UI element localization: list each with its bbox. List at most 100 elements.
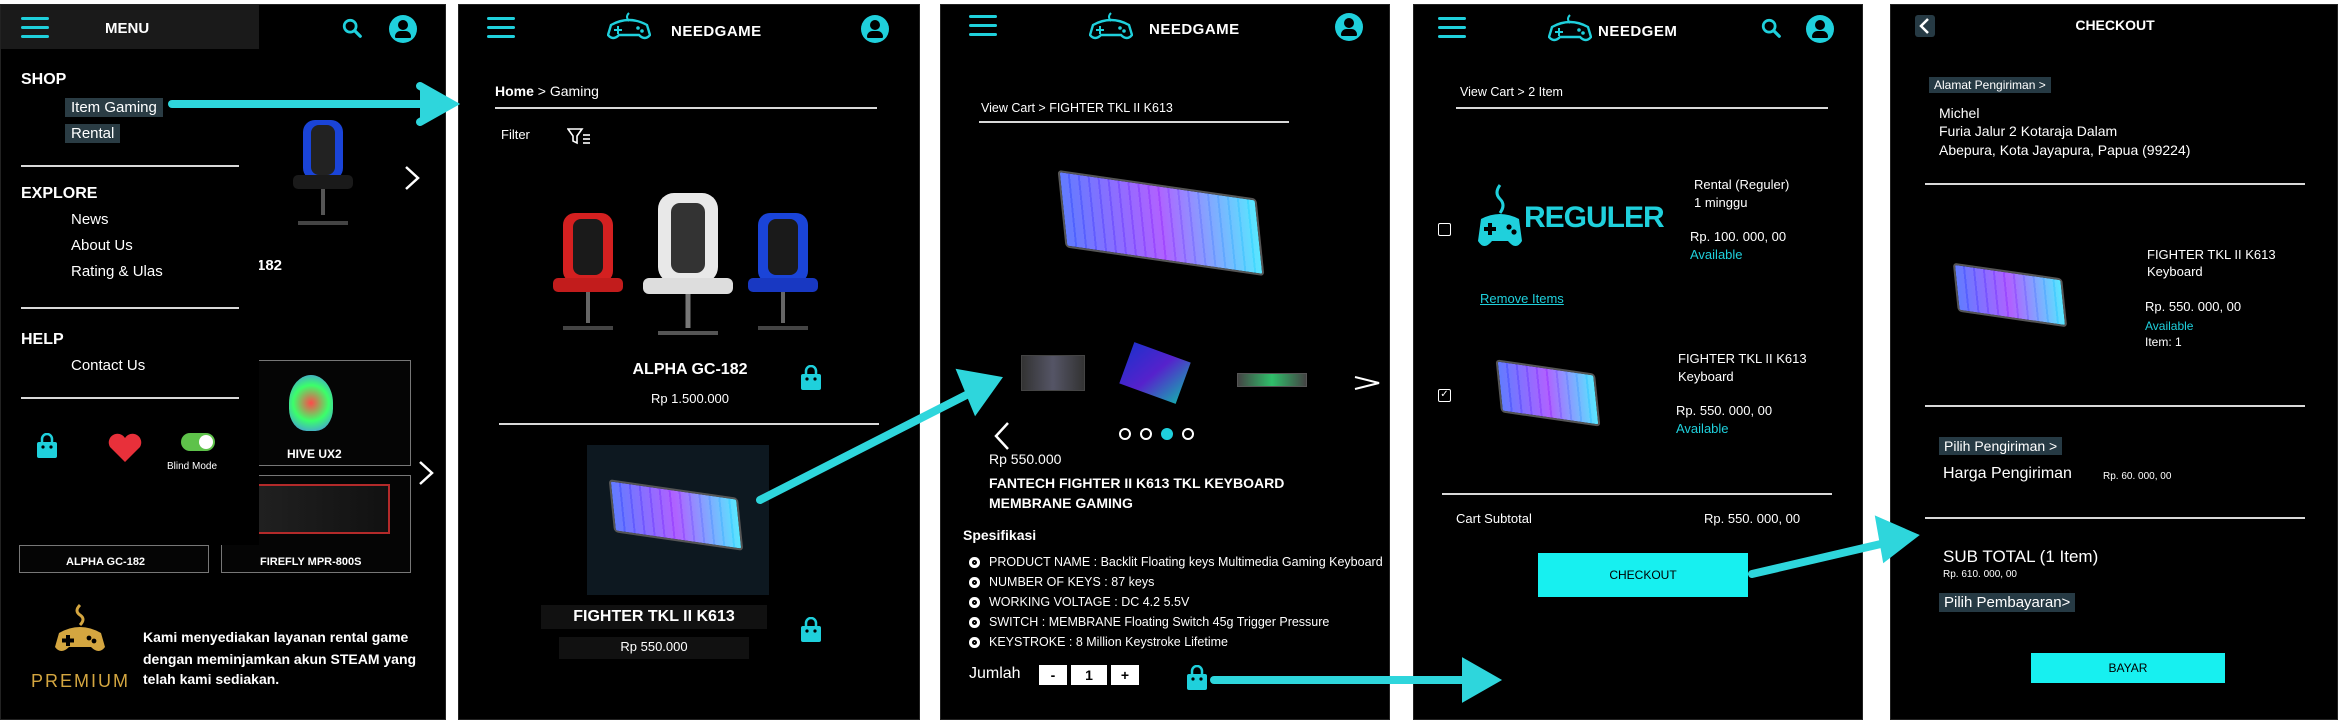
divider bbox=[499, 423, 879, 425]
choose-shipping-link[interactable]: Pilih Pengiriman > bbox=[1939, 437, 2063, 455]
shopping-bag-icon[interactable] bbox=[1185, 665, 1209, 691]
heart-icon[interactable] bbox=[107, 433, 143, 463]
menu-icon[interactable] bbox=[969, 15, 997, 37]
brand-name: NEEDGEM bbox=[1598, 23, 1678, 40]
product-name: ALPHA GC-182 bbox=[66, 556, 146, 568]
shopping-bag-icon[interactable] bbox=[35, 433, 59, 459]
thumbnail-image[interactable] bbox=[1119, 342, 1191, 404]
background-product-card[interactable]: HIVE UX2 bbox=[259, 360, 411, 466]
search-icon[interactable] bbox=[341, 17, 363, 39]
breadcrumb-home[interactable]: Home bbox=[495, 83, 534, 99]
breadcrumb-current: Gaming bbox=[549, 83, 599, 99]
menu-icon[interactable] bbox=[21, 17, 49, 39]
background-product-name: 182 bbox=[257, 257, 283, 274]
item-status: Available bbox=[1690, 247, 1743, 262]
item-status: Available bbox=[2145, 319, 2194, 333]
cart-screen: NEEDGEM View Cart > 2 Item REGULER Renta… bbox=[1413, 4, 1863, 720]
search-icon[interactable] bbox=[1760, 17, 1782, 39]
chevron-right-icon[interactable] bbox=[403, 165, 421, 191]
menu-item-contact-us[interactable]: Contact Us bbox=[71, 357, 145, 374]
item-name: FIGHTER TKL II K613 bbox=[2147, 247, 2276, 262]
spec-item: PRODUCT NAME : Backlit Floating keys Mul… bbox=[969, 555, 1383, 569]
user-icon[interactable] bbox=[1335, 13, 1363, 41]
top-bar: CHECKOUT bbox=[1891, 5, 2337, 45]
chevron-left-icon[interactable] bbox=[993, 421, 1011, 451]
pay-button[interactable]: BAYAR bbox=[2031, 653, 2225, 683]
thumbnail-image[interactable] bbox=[1237, 373, 1307, 387]
divider bbox=[979, 121, 1289, 123]
shipping-price: Rp. 60. 000, 00 bbox=[2103, 471, 2172, 482]
explore-section-title: EXPLORE bbox=[21, 185, 98, 202]
item-price: Rp. 100. 000, 00 bbox=[1690, 229, 1787, 244]
brand-name: NEEDGAME bbox=[671, 23, 762, 40]
product-name[interactable]: ALPHA GC-182 bbox=[459, 361, 919, 379]
checkout-button[interactable]: CHECKOUT bbox=[1538, 553, 1748, 597]
quantity-plus-button[interactable]: + bbox=[1111, 665, 1139, 685]
menu-item-about-us[interactable]: About Us bbox=[71, 237, 133, 254]
menu-item-rental[interactable]: Rental bbox=[65, 124, 121, 143]
breadcrumb[interactable]: View Cart > FIGHTER TKL II K613 bbox=[981, 101, 1173, 115]
choose-payment-link[interactable]: Pilih Pembayaran> bbox=[1939, 593, 2076, 612]
shopping-bag-icon[interactable] bbox=[799, 365, 823, 391]
menu-icon[interactable] bbox=[1438, 17, 1466, 39]
back-icon[interactable] bbox=[1915, 15, 1935, 37]
product-title-line1: FANTECH FIGHTER II K613 TKL KEYBOARD bbox=[989, 475, 1285, 491]
blind-mode-toggle[interactable] bbox=[181, 433, 215, 451]
item-subtitle: Keyboard bbox=[2147, 264, 2203, 279]
drawer-header: MENU bbox=[1, 5, 259, 49]
product-name: FIREFLY MPR-800S bbox=[260, 556, 362, 568]
breadcrumb[interactable]: View Cart > 2 Item bbox=[1460, 85, 1563, 99]
keyboard-product-image bbox=[587, 445, 769, 595]
user-icon[interactable] bbox=[1806, 15, 1834, 43]
mousepad-image bbox=[240, 484, 390, 534]
checkmark-icon: ✓ bbox=[1440, 389, 1449, 400]
user-icon[interactable] bbox=[389, 15, 417, 43]
item-name: FIGHTER TKL II K613 bbox=[1678, 351, 1807, 366]
chevron-right-icon[interactable] bbox=[417, 460, 435, 486]
item-subtitle: 1 minggu bbox=[1694, 195, 1748, 210]
top-bar: NEEDGEM bbox=[1414, 5, 1862, 55]
menu-item-news[interactable]: News bbox=[71, 211, 109, 228]
spec-item: SWITCH : MEMBRANE Floating Switch 45g Tr… bbox=[968, 615, 1330, 629]
spec-title: Spesifikasi bbox=[963, 527, 1037, 543]
remove-items-link[interactable]: Remove Items bbox=[1480, 291, 1564, 306]
item-price: Rp. 550. 000, 00 bbox=[1676, 403, 1773, 418]
thumbnail-image[interactable] bbox=[1021, 355, 1085, 391]
item-checkbox[interactable]: ✓ bbox=[1438, 389, 1451, 402]
shipping-address-link[interactable]: Alamat Pengiriman > bbox=[1929, 77, 2051, 93]
spec-item: NUMBER OF KEYS : 87 keys bbox=[968, 575, 1155, 589]
carousel-dots[interactable] bbox=[1119, 427, 1203, 445]
breadcrumb-separator: > bbox=[537, 83, 546, 99]
spec-item: KEYSTROKE : 8 Million Keystroke Lifetime bbox=[969, 635, 1228, 649]
menu-icon[interactable] bbox=[487, 17, 515, 39]
menu-item-item-gaming[interactable]: Item Gaming bbox=[65, 98, 163, 117]
address-line: Michel bbox=[1939, 105, 1980, 121]
product-name[interactable]: FIGHTER TKL II K613 bbox=[541, 608, 767, 626]
divider bbox=[21, 165, 239, 167]
background-product-card[interactable]: ALPHA GC-182 bbox=[19, 545, 209, 573]
menu-item-label: Item Gaming bbox=[65, 98, 163, 117]
user-icon[interactable] bbox=[861, 15, 889, 43]
menu-item-rating-ulas[interactable]: Rating & Ulas bbox=[71, 263, 163, 280]
item-name: Rental (Reguler) bbox=[1694, 177, 1790, 192]
menu-title: MENU bbox=[105, 20, 150, 37]
filter-label[interactable]: Filter bbox=[501, 127, 530, 142]
nav-drawer: MENU SHOP Item Gaming Rental EXPLORE New… bbox=[1, 5, 259, 545]
premium-text-1: Kami menyediakan layanan rental game bbox=[143, 629, 409, 645]
quantity-value[interactable]: 1 bbox=[1071, 665, 1107, 685]
chevron-right-icon[interactable] bbox=[1353, 375, 1381, 391]
address-line: Furia Jalur 2 Kotaraja Dalam bbox=[1939, 123, 2118, 139]
gamepad-icon bbox=[1478, 184, 1522, 246]
cart-subtotal-label: Cart Subtotal bbox=[1456, 511, 1532, 526]
shopping-bag-icon[interactable] bbox=[799, 617, 823, 643]
top-bar: NEEDGAME bbox=[459, 5, 919, 55]
cart-subtotal-value: Rp. 550. 000, 00 bbox=[1704, 511, 1801, 526]
divider bbox=[495, 107, 877, 109]
quantity-minus-button[interactable]: - bbox=[1039, 665, 1067, 685]
subtotal-label: SUB TOTAL (1 Item) bbox=[1943, 547, 2099, 566]
item-quantity: Item: 1 bbox=[2145, 335, 2182, 349]
filter-icon[interactable] bbox=[567, 127, 591, 145]
top-bar: NEEDGAME bbox=[941, 5, 1389, 55]
item-checkbox[interactable] bbox=[1438, 223, 1451, 236]
gamepad-icon bbox=[1548, 14, 1592, 42]
